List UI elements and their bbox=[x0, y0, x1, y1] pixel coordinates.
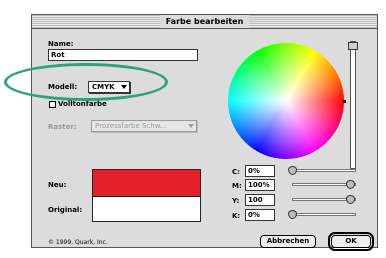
cyan-slider-thumb[interactable] bbox=[288, 166, 297, 175]
copyright-text: © 1999, Quark, Inc. bbox=[48, 239, 108, 246]
cyan-label: C: bbox=[232, 168, 240, 176]
highlight-ellipse bbox=[4, 63, 168, 101]
spot-color-label: Volltonfarbe bbox=[58, 100, 107, 108]
yellow-slider-thumb[interactable] bbox=[346, 195, 355, 204]
popup-arrow-icon bbox=[188, 124, 194, 128]
black-slider-thumb[interactable] bbox=[288, 210, 297, 219]
original-color-swatch bbox=[92, 196, 201, 222]
cancel-button[interactable]: Abbrechen bbox=[260, 235, 316, 248]
original-label: Original: bbox=[48, 206, 83, 214]
magenta-input[interactable]: 100% bbox=[245, 179, 275, 191]
black-input[interactable]: 0% bbox=[245, 209, 275, 221]
new-color-swatch bbox=[92, 169, 201, 196]
name-input[interactable]: Rot bbox=[48, 49, 198, 61]
screen-popup[interactable]: Prozessfarbe Schw... bbox=[91, 120, 197, 132]
brightness-slider-track[interactable] bbox=[350, 41, 356, 169]
yellow-label: Y: bbox=[232, 197, 240, 205]
magenta-label: M: bbox=[232, 182, 242, 190]
black-label: K: bbox=[232, 212, 241, 220]
yellow-input[interactable]: 100 bbox=[245, 194, 275, 206]
brightness-slider-thumb[interactable] bbox=[348, 42, 358, 50]
spot-color-checkbox[interactable] bbox=[49, 101, 56, 108]
new-label: Neu: bbox=[48, 181, 67, 189]
screen-value: Prozessfarbe Schw... bbox=[95, 122, 167, 130]
black-slider-track[interactable] bbox=[292, 213, 356, 216]
cyan-input[interactable]: 0% bbox=[245, 165, 275, 177]
dialog-title: Farbe bearbeiten bbox=[159, 15, 250, 28]
name-label: Name: bbox=[48, 40, 74, 48]
screen-label: Raster: bbox=[48, 123, 77, 131]
title-bar[interactable]: Farbe bearbeiten bbox=[32, 15, 377, 29]
wheel-marker[interactable] bbox=[343, 100, 346, 103]
edit-color-dialog: Farbe bearbeiten Name: Rot Modell: CMYK … bbox=[31, 14, 378, 251]
cyan-slider-track[interactable] bbox=[292, 169, 356, 172]
ok-button[interactable]: OK bbox=[328, 232, 374, 251]
color-wheel[interactable] bbox=[228, 43, 344, 159]
magenta-slider-thumb[interactable] bbox=[346, 180, 355, 189]
